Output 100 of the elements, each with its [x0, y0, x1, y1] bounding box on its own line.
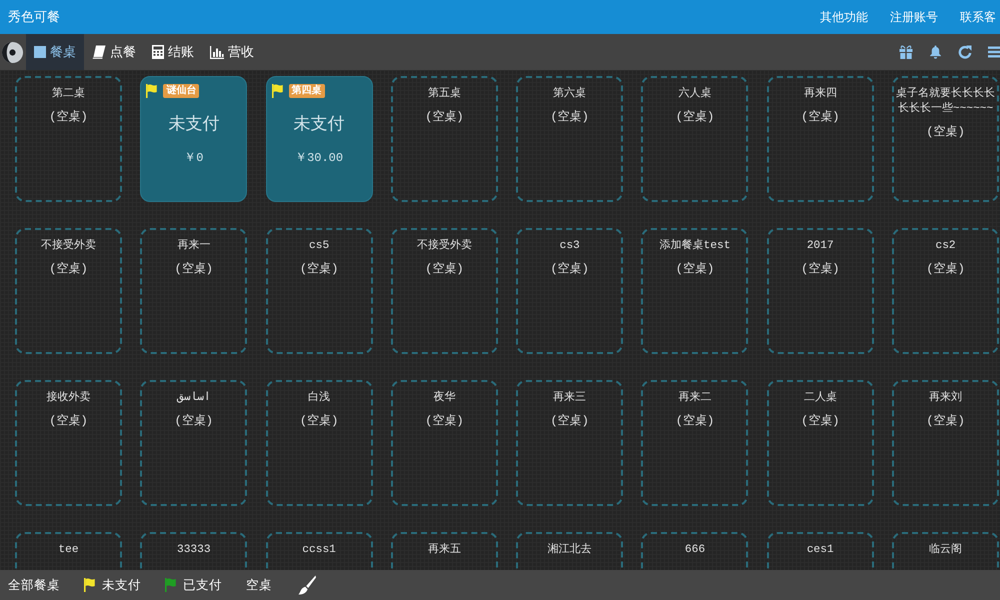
flag-icon [272, 84, 284, 98]
table-name: 湘江北去 [546, 543, 593, 558]
table-status: (空桌) [674, 413, 716, 429]
payment-status: 未支付 [167, 113, 220, 135]
table-name: 再来四 [802, 87, 838, 102]
filter-button[interactable]: 已支付 [165, 576, 222, 594]
square-icon [34, 46, 46, 58]
table-card[interactable]: cs2 (空桌) [892, 228, 1000, 354]
table-name: 666 [684, 543, 706, 558]
header-link[interactable]: 联系客 [960, 8, 996, 26]
table-name: ces1 [806, 543, 835, 558]
table-card[interactable]: 不接受外卖 (空桌) [15, 228, 122, 354]
table-name: 六人桌 [677, 87, 712, 102]
table-card[interactable]: 夜华 (空桌) [390, 380, 498, 506]
table-status: (空桌) [674, 261, 716, 277]
table-card[interactable]: 添加餐桌test (空桌) [641, 228, 748, 354]
header-link[interactable]: 注册账号 [890, 8, 938, 26]
table-card[interactable]: 第六桌 (空桌) [516, 76, 624, 202]
paintbrush-icon[interactable] [298, 575, 316, 595]
payment-status: 未支付 [292, 113, 346, 135]
table-card[interactable]: 接收外卖 (空桌) [15, 380, 122, 506]
table-name: 33333 [176, 543, 212, 558]
filter-button[interactable]: 空桌 [246, 576, 272, 594]
table-status: (空桌) [298, 413, 340, 429]
table-status: (空桌) [424, 109, 465, 125]
table-card[interactable]: 六人桌 (空桌) [641, 76, 748, 202]
table-card[interactable]: 再来二 (空桌) [641, 380, 748, 506]
filter-button[interactable]: 未支付 [84, 576, 141, 594]
table-status: (空桌) [674, 109, 716, 125]
table-card[interactable]: 桌子名就要长长长长长长长一些~~~~~~ (空桌) [892, 76, 1000, 202]
app-title: 秀色可餐 [8, 9, 61, 26]
table-name: اساسق [176, 391, 212, 406]
table-name: 2017 [806, 239, 835, 254]
book-icon [92, 45, 106, 59]
disc-logo [1, 40, 24, 64]
table-name: 二人桌 [802, 391, 838, 406]
table-name: 夜华 [432, 391, 456, 406]
table-name: 第六桌 [552, 87, 588, 102]
table-card[interactable]: 第二桌 (空桌) [15, 76, 122, 202]
table-name: 临云阁 [928, 543, 964, 558]
nav-tab[interactable]: 餐桌 [26, 34, 84, 70]
table-name: ccss1 [301, 543, 337, 558]
table-name: cs5 [308, 239, 330, 254]
refresh-icon[interactable] [958, 45, 972, 59]
table-status: (空桌) [925, 124, 966, 140]
header-link[interactable]: 其他功能 [820, 8, 868, 26]
table-status: (空桌) [298, 261, 340, 277]
table-status: (空桌) [549, 109, 590, 125]
table-name: cs3 [558, 239, 581, 254]
table-name: tee [57, 543, 80, 558]
table-name: 添加餐桌test [658, 239, 732, 254]
nav-tab[interactable]: 点餐 [84, 34, 144, 70]
table-name: cs2 [934, 239, 957, 254]
table-name: 再来一 [176, 239, 212, 254]
menu-icon[interactable] [988, 46, 1000, 58]
table-name: 桌子名就要长长长长长长长一些~~~~~~ [895, 87, 996, 117]
table-name: 白浅 [307, 391, 332, 406]
gift-icon[interactable] [899, 45, 913, 59]
table-name: 第五桌 [426, 87, 462, 102]
occupied-table-card[interactable]: 谜仙台 未支付 ￥0 [140, 76, 248, 202]
bell-icon[interactable] [929, 45, 942, 59]
table-name: 不接受外卖 [416, 239, 473, 254]
occupied-table-card[interactable]: 第四桌 未支付 ￥30.00 [266, 76, 373, 202]
amount-text: ￥30.00 [294, 150, 344, 166]
table-card[interactable]: cs3 (空桌) [516, 228, 624, 354]
table-name-tag: 谜仙台 [163, 84, 200, 98]
table-card[interactable]: 再来三 (空桌) [516, 380, 624, 506]
table-card[interactable]: 再来一 (空桌) [140, 228, 248, 354]
table-card[interactable]: 白浅 (空桌) [266, 380, 373, 506]
table-status: (空桌) [800, 109, 840, 125]
table-card[interactable]: 2017 (空桌) [766, 228, 874, 354]
calculator-icon [152, 45, 164, 59]
nav-tab[interactable]: 营收 [202, 34, 262, 70]
table-status: (空桌) [800, 261, 840, 277]
table-status: (空桌) [925, 413, 966, 429]
table-status: (空桌) [48, 109, 89, 125]
table-name: 再来五 [426, 543, 462, 558]
table-status: (空桌) [174, 261, 214, 277]
table-card[interactable]: 再来四 (空桌) [766, 76, 874, 202]
table-status: (空桌) [800, 413, 840, 429]
table-card[interactable]: cs5 (空桌) [266, 228, 373, 354]
table-name: 再来二 [677, 391, 712, 406]
filter-button[interactable]: 全部餐桌 [8, 576, 60, 594]
table-name-tag: 第四桌 [288, 84, 325, 98]
table-card[interactable]: 第五桌 (空桌) [390, 76, 498, 202]
table-status: (空桌) [925, 261, 966, 277]
bar-chart-icon [210, 46, 224, 58]
table-name: 第二桌 [51, 87, 86, 102]
nav-tab[interactable]: 结账 [144, 34, 202, 70]
table-status: (空桌) [549, 413, 590, 429]
table-status: (空桌) [424, 261, 465, 277]
table-status: (空桌) [48, 413, 89, 429]
table-card[interactable]: 二人桌 (空桌) [766, 380, 874, 506]
table-name: 再来刘 [928, 391, 964, 406]
table-card[interactable]: 再来刘 (空桌) [892, 380, 1000, 506]
table-status: (空桌) [48, 261, 89, 277]
table-name: 接收外卖 [46, 391, 92, 406]
table-name: 不接受外卖 [40, 239, 97, 254]
table-card[interactable]: 不接受外卖 (空桌) [390, 228, 498, 354]
amount-text: ￥0 [183, 150, 204, 166]
